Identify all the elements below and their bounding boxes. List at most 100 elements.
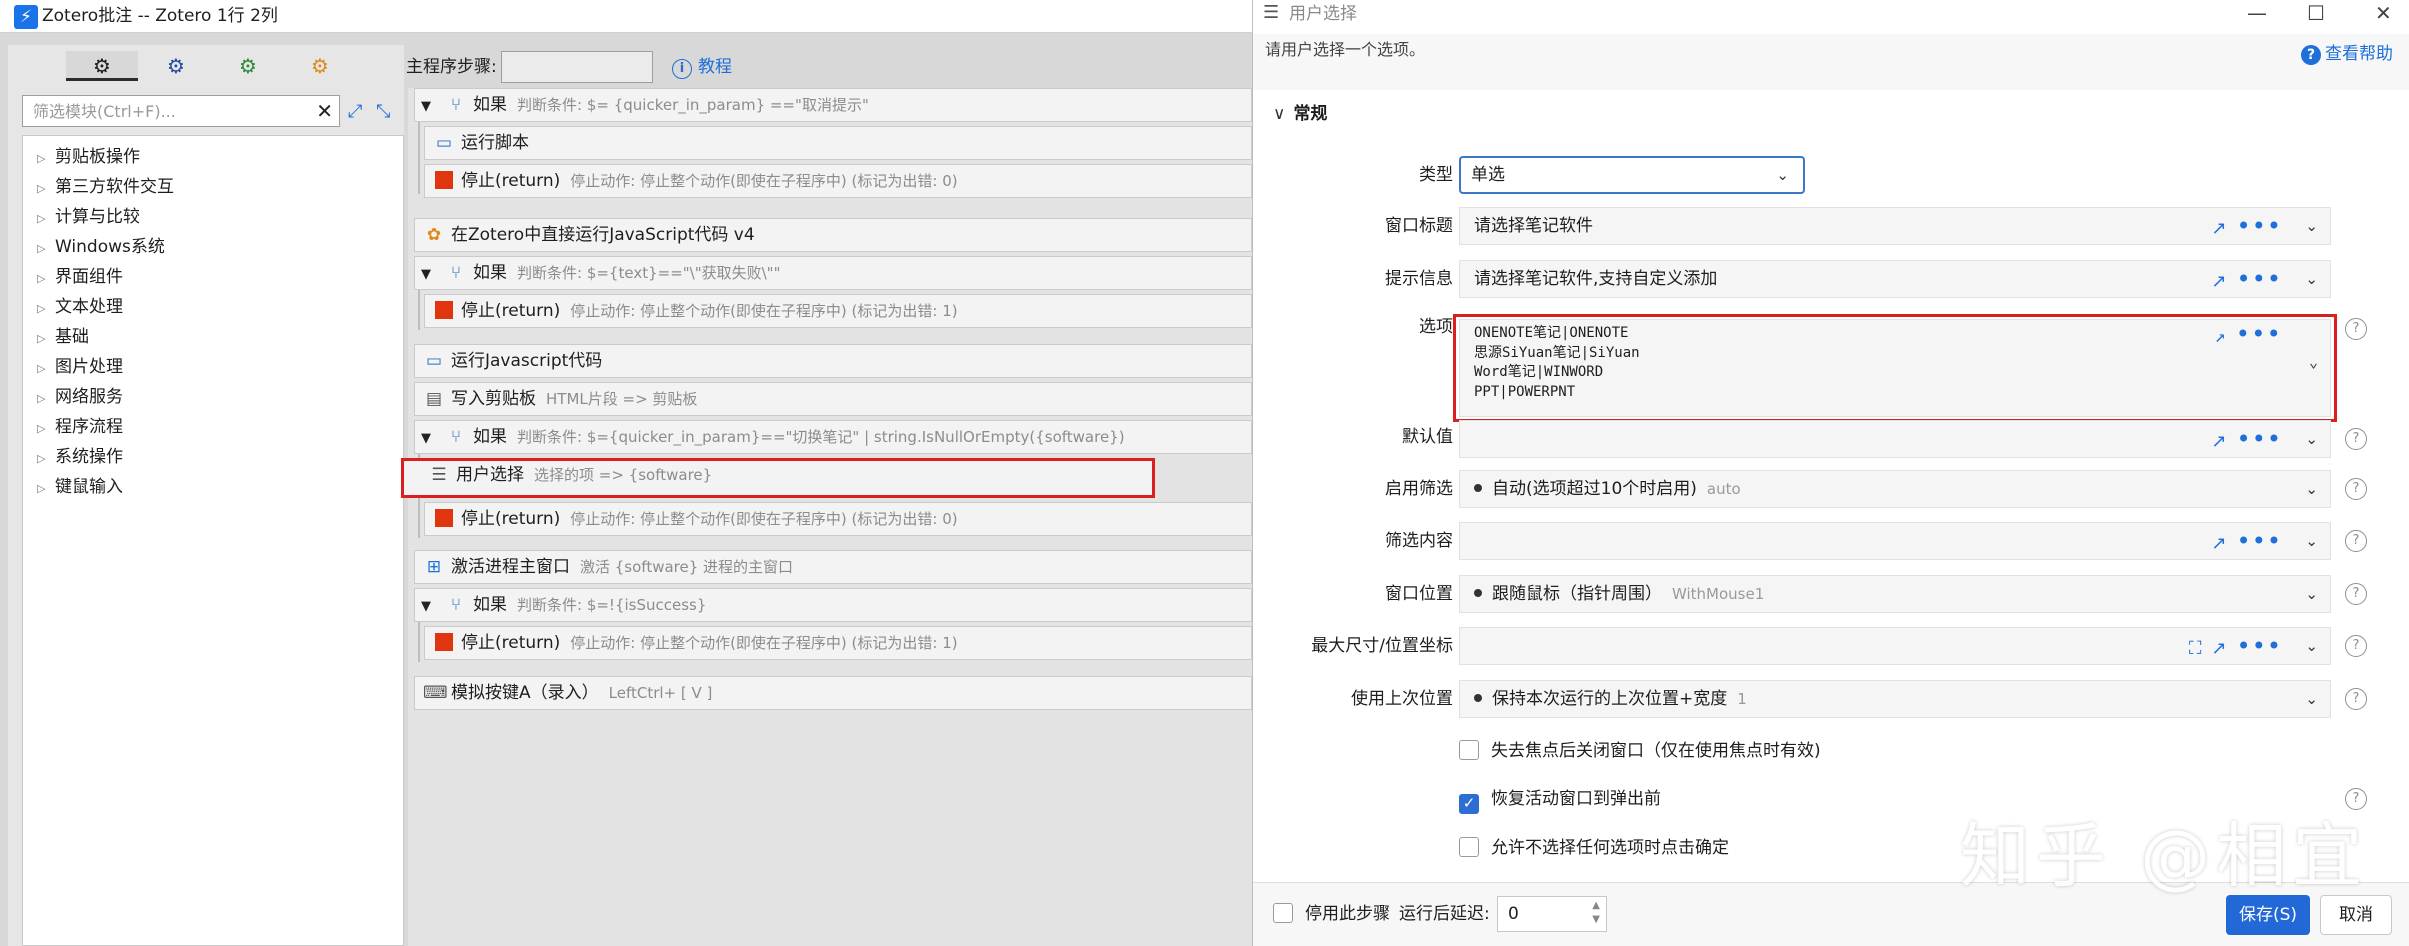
tree-item[interactable]: ▷ 网络服务 xyxy=(37,384,123,410)
filter-enable-select[interactable]: 自动(选项超过10个时启用) auto ⌄ xyxy=(1459,470,2331,508)
steps-select[interactable] xyxy=(501,51,653,83)
tree-item[interactable]: ▷ 计算与比较 xyxy=(37,204,140,230)
module-tab-4-gear-icon[interactable]: ⚙ xyxy=(284,51,356,81)
step-if[interactable]: ▼ ⑂ 如果 判断条件: $={text}=="\"获取失败\"" xyxy=(414,256,1252,290)
step-user-select[interactable]: ☰ 用户选择 选择的项 => {software} xyxy=(401,458,1155,498)
step-stop[interactable]: 停止(return) 停止动作: 停止整个动作(即使在子程序中) (标记为出错: … xyxy=(424,502,1252,536)
tree-item[interactable]: ▷ 图片处理 xyxy=(37,354,123,380)
checkbox-icon[interactable] xyxy=(1459,837,1479,857)
more-icon[interactable]: ••• xyxy=(2237,632,2282,660)
tree-item[interactable]: ▷ 界面组件 xyxy=(37,264,123,290)
window-position-select[interactable]: 跟随鼠标（指针周围） WithMouse1 ⌄ xyxy=(1459,575,2331,613)
select-region-icon[interactable]: ⛶ xyxy=(2189,638,2202,659)
tree-item[interactable]: ▷ Windows系统 xyxy=(37,234,165,260)
collapse-caret-icon[interactable]: ▼ xyxy=(421,259,437,289)
step-desc: 判断条件: $={text}=="\"获取失败\"" xyxy=(517,264,781,282)
tree-item[interactable]: ▷ 键鼠输入 xyxy=(37,474,123,500)
open-editor-icon[interactable]: ↗ xyxy=(2211,638,2226,659)
chevron-down-icon[interactable]: ⌄ xyxy=(2305,471,2318,507)
more-icon[interactable]: ••• xyxy=(2236,320,2282,348)
clear-icon[interactable]: ✕ xyxy=(316,98,333,124)
step-stop[interactable]: 停止(return) 停止动作: 停止整个动作(即使在子程序中) (标记为出错: … xyxy=(424,626,1252,660)
window-title-field[interactable]: 请选择笔记软件 ↗ ••• ⌄ xyxy=(1459,207,2331,245)
help-circle-icon[interactable]: ? xyxy=(2345,635,2367,657)
help-circle-icon[interactable]: ? xyxy=(2345,318,2367,340)
step-if[interactable]: ▼ ⑂ 如果 判断条件: $=!{isSuccess} xyxy=(414,588,1252,622)
prompt-field[interactable]: 请选择笔记软件,支持自定义添加 ↗ ••• ⌄ xyxy=(1459,260,2331,298)
step-simulate-keys[interactable]: ⌨ 模拟按键A（录入） LeftCtrl+ [ V ] xyxy=(414,676,1252,710)
more-icon[interactable]: ••• xyxy=(2237,527,2282,555)
open-editor-icon[interactable]: ↗ xyxy=(2211,431,2226,452)
help-circle-icon[interactable]: ? xyxy=(2345,478,2367,500)
checkbox-icon[interactable] xyxy=(1459,740,1479,760)
max-size-field[interactable]: ⛶ ↗ ••• ⌄ xyxy=(1459,627,2331,665)
filter-content-field[interactable]: ↗ ••• ⌄ xyxy=(1459,522,2331,560)
spinner-icon[interactable]: ▲ ▼ xyxy=(1592,899,1600,927)
chevron-down-icon[interactable]: ⌄ xyxy=(2305,523,2318,559)
help-circle-icon[interactable]: ? xyxy=(2345,530,2367,552)
chevron-down-icon[interactable]: ⌄ xyxy=(2305,576,2318,612)
open-editor-icon[interactable]: ↗ xyxy=(2211,271,2226,292)
collapse-caret-icon[interactable]: ▼ xyxy=(421,423,437,453)
tree-item[interactable]: ▷ 第三方软件交互 xyxy=(37,174,174,200)
allow-empty-checkbox[interactable]: 允许不选择任何选项时点击确定 xyxy=(1459,835,1729,861)
close-on-blur-checkbox[interactable]: 失去焦点后关闭窗口（仅在使用焦点时有效) xyxy=(1459,738,1821,764)
chevron-down-icon[interactable]: ⌄ xyxy=(2309,350,2318,374)
step-if[interactable]: ▼ ⑂ 如果 判断条件: $= {quicker_in_param} =="取消提示" xyxy=(414,88,1252,122)
collapse-all-icon[interactable]: ⤡ xyxy=(376,101,390,122)
last-position-select[interactable]: 保持本次运行的上次位置+宽度 1 ⌄ xyxy=(1459,680,2331,718)
section-header[interactable]: ∨ 常规 xyxy=(1273,100,1327,128)
chevron-down-icon[interactable]: ⌄ xyxy=(2305,628,2318,664)
stop-icon xyxy=(435,301,453,319)
collapse-caret-icon[interactable]: ▼ xyxy=(421,91,437,121)
tree-item[interactable]: ▷ 剪贴板操作 xyxy=(37,144,140,170)
step-write-clipboard[interactable]: ▤ 写入剪贴板 HTML片段 => 剪贴板 xyxy=(414,382,1252,416)
collapse-caret-icon[interactable]: ▼ xyxy=(421,591,437,621)
module-tab-3-gear-icon[interactable]: ⚙ xyxy=(212,51,284,81)
tree-item[interactable]: ▷ 基础 xyxy=(37,324,89,350)
minimize-icon[interactable]: — xyxy=(2247,0,2267,26)
open-editor-icon[interactable]: ↗ xyxy=(2211,218,2226,239)
default-field[interactable]: ↗ ••• ⌄ xyxy=(1459,420,2331,458)
type-select[interactable]: 单选 ⌄ xyxy=(1459,156,1805,194)
step-run-js-in-zotero[interactable]: ✿ 在Zotero中直接运行JavaScript代码 v4 xyxy=(414,218,1252,252)
checkbox-icon[interactable] xyxy=(1273,903,1293,923)
chevron-down-icon[interactable]: ⌄ xyxy=(2305,208,2318,244)
step-run-javascript[interactable]: ▭ 运行Javascript代码 xyxy=(414,344,1252,378)
module-tab-1-gear-icon[interactable]: ⚙ xyxy=(66,51,138,81)
chevron-down-icon[interactable]: ⌄ xyxy=(2305,421,2318,457)
tree-item[interactable]: ▷ 程序流程 xyxy=(37,414,123,440)
checkbox-checked-icon[interactable]: ✓ xyxy=(1459,794,1479,814)
save-button[interactable]: 保存(S) xyxy=(2226,895,2310,935)
options-textarea[interactable]: ONENOTE笔记|ONENOTE 思源SiYuan笔记|SiYuan Word… xyxy=(1459,319,2331,417)
open-editor-icon[interactable]: ↗ xyxy=(2215,326,2226,347)
step-run-script[interactable]: ▭ 运行脚本 xyxy=(424,126,1252,160)
cancel-button[interactable]: 取消 xyxy=(2320,895,2392,935)
help-circle-icon[interactable]: ? xyxy=(2345,688,2367,710)
tutorial-link[interactable]: i 教程 xyxy=(672,54,732,80)
more-icon[interactable]: ••• xyxy=(2237,212,2282,240)
step-if[interactable]: ▼ ⑂ 如果 判断条件: $={quicker_in_param}=="切换笔记" |… xyxy=(414,420,1252,454)
chevron-down-icon[interactable]: ⌄ xyxy=(2305,681,2318,717)
tree-item[interactable]: ▷ 文本处理 xyxy=(37,294,123,320)
disable-step-checkbox[interactable]: 停用此步骤 xyxy=(1273,901,1390,927)
open-editor-icon[interactable]: ↗ xyxy=(2211,533,2226,554)
chevron-down-icon[interactable]: ⌄ xyxy=(2305,261,2318,297)
help-circle-icon[interactable]: ? xyxy=(2345,583,2367,605)
delay-input[interactable]: 0 ▲ ▼ xyxy=(1497,896,1607,932)
more-icon[interactable]: ••• xyxy=(2237,265,2282,293)
close-icon[interactable]: ✕ xyxy=(2375,0,2392,26)
module-filter-input[interactable] xyxy=(23,96,303,126)
tree-item[interactable]: ▷ 系统操作 xyxy=(37,444,123,470)
restore-window-checkbox[interactable]: ✓ 恢复活动窗口到弹出前 xyxy=(1459,786,1661,814)
step-stop[interactable]: 停止(return) 停止动作: 停止整个动作(即使在子程序中) (标记为出错: … xyxy=(424,294,1252,328)
help-link[interactable]: ? 查看帮助 xyxy=(2301,42,2393,66)
module-tab-2-gear-icon[interactable]: ⚙ xyxy=(140,51,212,81)
expand-all-icon[interactable]: ⤢ xyxy=(348,101,362,122)
step-desc: 选择的项 => {software} xyxy=(534,466,713,484)
maximize-icon[interactable]: ☐ xyxy=(2307,0,2325,26)
more-icon[interactable]: ••• xyxy=(2237,425,2282,453)
help-circle-icon[interactable]: ? xyxy=(2345,428,2367,450)
step-stop[interactable]: 停止(return) 停止动作: 停止整个动作(即使在子程序中) (标记为出错: … xyxy=(424,164,1252,198)
step-activate-window[interactable]: ⊞ 激活进程主窗口 激活 {software} 进程的主窗口 xyxy=(414,550,1252,584)
